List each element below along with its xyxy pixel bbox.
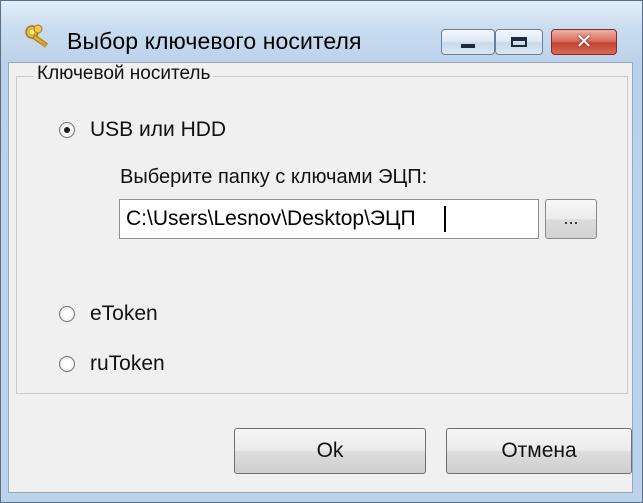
title-bar[interactable]: Выбор ключевого носителя ✕ <box>1 1 642 63</box>
radio-usb-hdd-label[interactable]: USB или HDD <box>90 118 226 142</box>
keys-icon <box>25 24 48 48</box>
text-caret <box>444 206 446 232</box>
window-title: Выбор ключевого носителя <box>67 28 362 54</box>
radio-etoken[interactable] <box>59 306 75 322</box>
close-button[interactable]: ✕ <box>551 29 617 55</box>
cancel-button[interactable]: Отмена <box>446 428 632 474</box>
radio-rutoken[interactable] <box>59 356 75 372</box>
maximize-icon <box>511 37 527 47</box>
folder-path-input[interactable] <box>119 199 539 239</box>
radio-rutoken-label[interactable]: ruToken <box>90 352 165 376</box>
groupbox-legend: Ключевой носитель <box>34 63 214 85</box>
radio-etoken-label[interactable]: eToken <box>90 302 158 326</box>
ok-button[interactable]: Ok <box>234 428 426 474</box>
radio-usb-hdd[interactable] <box>59 122 75 138</box>
minimize-button[interactable] <box>441 29 495 55</box>
close-icon: ✕ <box>575 31 593 53</box>
folder-prompt-label: Выберите папку с ключами ЭЦП: <box>120 166 428 188</box>
maximize-button[interactable] <box>495 29 543 55</box>
minimize-icon <box>461 44 475 48</box>
browse-folder-button[interactable]: ... <box>545 199 597 239</box>
